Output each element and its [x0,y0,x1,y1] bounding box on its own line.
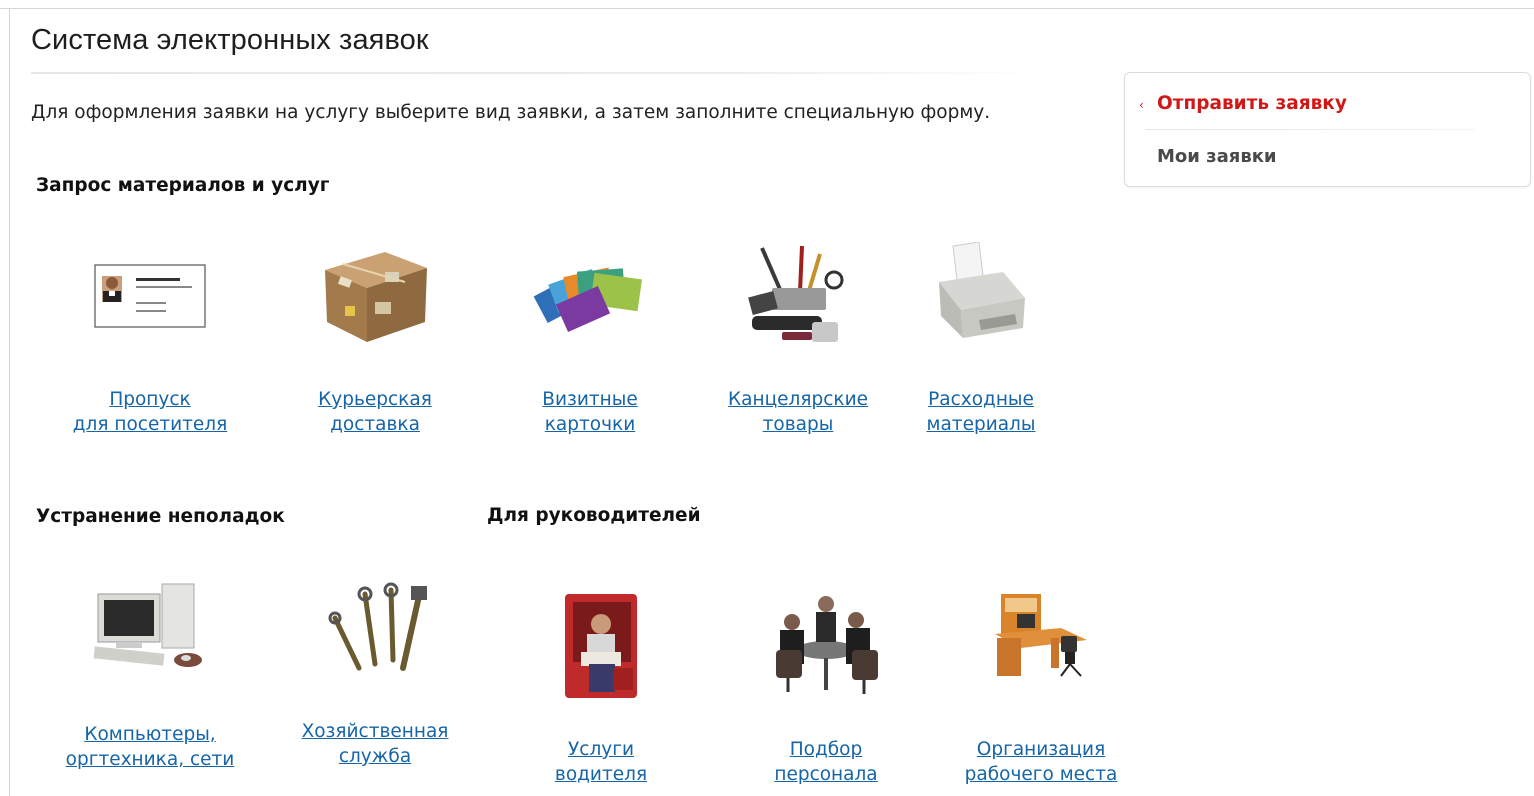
tile-label[interactable]: Канцелярские товары [698,387,898,437]
label-line-2[interactable]: рабочего места [941,762,1141,787]
printer-icon [933,241,1029,352]
section-title-materials: Запрос материалов и услуг [36,175,330,196]
label-line-1[interactable]: Хозяйственная [275,719,475,744]
label-line-1[interactable]: Пропуск [50,387,250,412]
parcel-icon [315,242,435,350]
label-line-2[interactable]: товары [698,412,898,437]
chevron-left-icon: ‹ [1139,98,1144,112]
section-title-managers: Для руководителей [487,505,701,526]
page-title: Система электронных заявок [31,24,429,56]
tile-label[interactable]: Компьютеры, оргтехника, сети [50,722,250,772]
tile-label[interactable]: Подбор персонала [726,737,926,787]
computer-icon [92,580,208,672]
frame-left-border [9,8,10,796]
tile-consumables[interactable]: Расходные материалы [881,240,1081,440]
tile-business-cards[interactable]: Визитные карточки [490,240,690,440]
cards-icon [532,258,648,336]
tile-maintenance[interactable]: Хозяйственная служба [275,578,475,778]
label-line-2[interactable]: доставка [275,412,475,437]
label-line-1[interactable]: Организация [941,737,1141,762]
section-title-repair: Устранение неполадок [36,506,285,527]
label-line-2[interactable]: служба [275,744,475,769]
label-line-2[interactable]: материалы [881,412,1081,437]
tile-label[interactable]: Визитные карточки [490,387,690,437]
label-line-2[interactable]: персонала [726,762,926,787]
label-line-1[interactable]: Курьерская [275,387,475,412]
tile-computers[interactable]: Компьютеры, оргтехника, сети [50,578,250,778]
label-line-2[interactable]: водителя [501,762,701,787]
tile-label[interactable]: Хозяйственная служба [275,719,475,769]
business-card-icon [94,264,206,328]
driver-icon [561,590,641,702]
frame-top-border [0,8,1534,9]
tile-visitor-pass[interactable]: Пропуск для посетителя [50,240,250,440]
tile-label[interactable]: Расходные материалы [881,387,1081,437]
tile-label[interactable]: Услуги водителя [501,737,701,787]
intro-text: Для оформления заявки на услугу выберите… [31,102,991,123]
meeting-icon [770,590,882,698]
stationery-icon [742,244,854,350]
label-line-1[interactable]: Подбор [726,737,926,762]
tile-workplace[interactable]: Организация рабочего места [941,578,1141,785]
label-line-1[interactable]: Расходные [881,387,1081,412]
tile-label[interactable]: Организация рабочего места [941,737,1141,787]
sidebar-item-submit-request[interactable]: Отправить заявку [1157,93,1347,114]
sidebar-item-my-requests[interactable]: Мои заявки [1157,146,1277,167]
tile-label[interactable]: Курьерская доставка [275,387,475,437]
label-line-1[interactable]: Визитные [490,387,690,412]
sidebar-divider [1145,129,1475,130]
desk-icon [991,588,1091,688]
sidebar-panel: ‹ Отправить заявку Мои заявки [1124,72,1531,187]
tile-driver[interactable]: Услуги водителя [501,578,701,785]
label-line-1[interactable]: Канцелярские [698,387,898,412]
tile-stationery[interactable]: Канцелярские товары [698,240,898,440]
label-line-1[interactable]: Компьютеры, [50,722,250,747]
title-divider [31,72,1041,74]
label-line-2[interactable]: карточки [490,412,690,437]
tile-courier[interactable]: Курьерская доставка [275,240,475,440]
label-line-1[interactable]: Услуги [501,737,701,762]
tile-recruiting[interactable]: Подбор персонала [726,578,926,785]
tile-label[interactable]: Пропуск для посетителя [50,387,250,437]
label-line-2[interactable]: оргтехника, сети [50,747,250,772]
label-line-2[interactable]: для посетителя [50,412,250,437]
wrenches-icon [315,580,435,676]
